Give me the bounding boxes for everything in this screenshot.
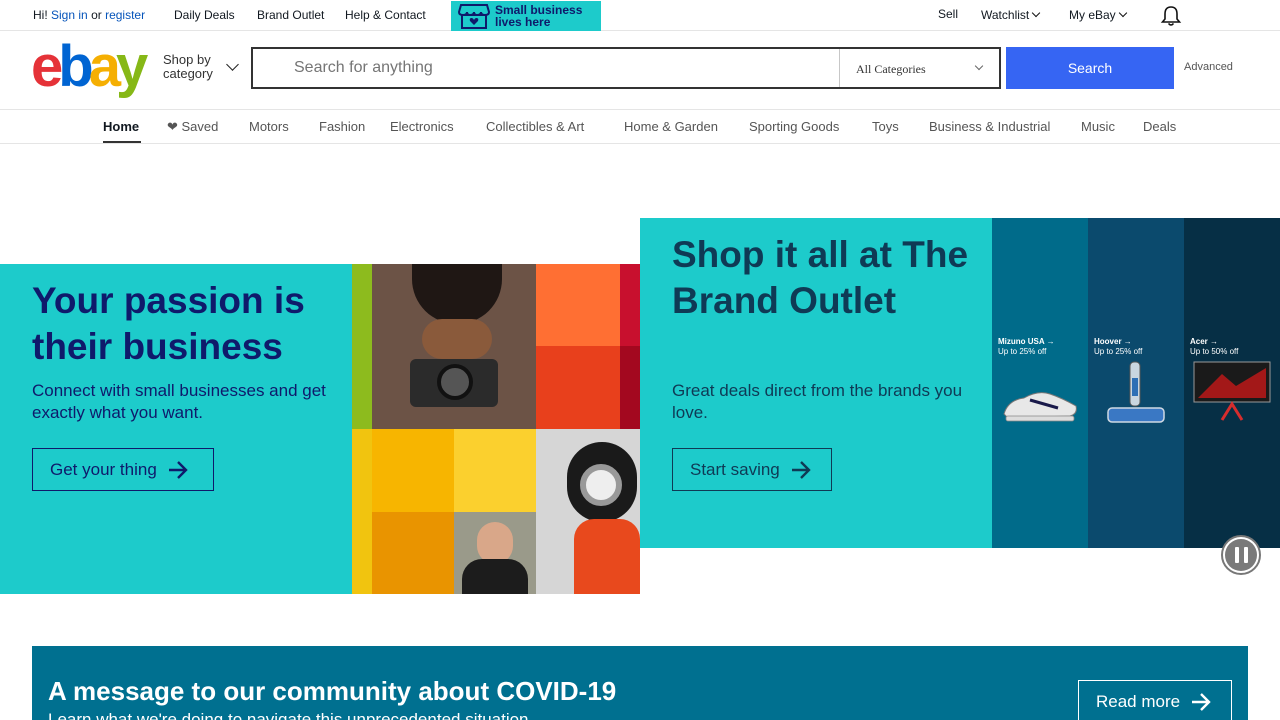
logo-letter-a: a bbox=[88, 34, 121, 99]
brand-tile-acer[interactable]: Acer → Up to 50% off bbox=[1184, 218, 1280, 548]
active-tab-indicator bbox=[103, 141, 141, 143]
top-utility-bar: Hi! Sign in or register Daily Deals Bran… bbox=[0, 0, 1280, 31]
chevron-down-icon bbox=[974, 61, 984, 71]
chevron-down-icon bbox=[1031, 8, 1041, 18]
tab-motors[interactable]: Motors bbox=[249, 119, 289, 134]
hero-left-subtitle: Connect with small businesses and get ex… bbox=[32, 381, 326, 422]
hero-right-title: Shop it all at The Brand Outlet bbox=[672, 234, 969, 321]
small-business-promo[interactable]: Small business lives here bbox=[451, 1, 601, 31]
arrow-right-icon bbox=[168, 460, 188, 479]
brand-name: Hoover → bbox=[1094, 337, 1132, 346]
watchlist-menu[interactable]: Watchlist bbox=[981, 8, 1041, 22]
covid-title: A message to our community about COVID-1… bbox=[48, 676, 617, 706]
brand-name: Mizuno USA → bbox=[998, 337, 1055, 346]
promo-text: Small business lives here bbox=[495, 4, 582, 28]
brand-outlet-link[interactable]: Brand Outlet bbox=[257, 8, 324, 22]
brand-tile-hoover[interactable]: Hoover → Up to 25% off bbox=[1088, 218, 1184, 548]
carousel-pause-button[interactable] bbox=[1221, 535, 1261, 575]
start-saving-button[interactable]: Start saving bbox=[672, 448, 832, 491]
bell-icon[interactable] bbox=[1160, 5, 1182, 27]
brand-offer: Up to 50% off bbox=[1190, 347, 1239, 356]
sign-in-link[interactable]: Sign in bbox=[51, 8, 88, 22]
logo-letter-y: y bbox=[115, 34, 148, 99]
tab-collectibles-art[interactable]: Collectibles & Art bbox=[486, 119, 584, 134]
or-text: or bbox=[91, 8, 102, 22]
hero-card-small-business: Your passion is their business Connect w… bbox=[0, 264, 640, 594]
register-link[interactable]: register bbox=[105, 8, 145, 22]
get-your-thing-button[interactable]: Get your thing bbox=[32, 448, 214, 491]
chevron-down-icon bbox=[226, 58, 239, 71]
small-business-photo-collage bbox=[352, 264, 640, 594]
help-contact-link[interactable]: Help & Contact bbox=[345, 8, 426, 22]
hero-card-brand-outlet: Shop it all at The Brand Outlet Great de… bbox=[640, 218, 1280, 548]
covid-subtitle: Learn what we're doing to navigate this … bbox=[48, 710, 534, 720]
advanced-search-link[interactable]: Advanced bbox=[1184, 61, 1233, 73]
tab-home[interactable]: Home bbox=[103, 119, 139, 134]
watchlist-label: Watchlist bbox=[981, 8, 1030, 22]
greeting: Hi! Sign in or register bbox=[33, 8, 145, 22]
logo-letter-e: e bbox=[31, 34, 63, 99]
brand-offer: Up to 25% off bbox=[1094, 347, 1143, 356]
tab-sporting-goods[interactable]: Sporting Goods bbox=[749, 119, 839, 134]
brand-offer: Up to 25% off bbox=[998, 347, 1047, 356]
cta-label: Get your thing bbox=[50, 459, 157, 479]
search-input[interactable] bbox=[253, 49, 839, 87]
logo-letter-b: b bbox=[58, 34, 94, 99]
tab-electronics[interactable]: Electronics bbox=[390, 119, 454, 134]
search-button[interactable]: Search bbox=[1006, 47, 1174, 89]
arrow-right-icon bbox=[1192, 693, 1211, 711]
monitor-image bbox=[1193, 361, 1271, 421]
tab-deals[interactable]: Deals bbox=[1143, 119, 1176, 134]
greeting-text: Hi! bbox=[33, 8, 48, 22]
category-selected-value: All Categories bbox=[856, 62, 926, 76]
hero-right-subtitle: Great deals direct from the brands you l… bbox=[672, 381, 963, 422]
shop-by-line-2: category bbox=[163, 66, 213, 81]
tab-toys[interactable]: Toys bbox=[872, 119, 899, 134]
tab-fashion[interactable]: Fashion bbox=[319, 119, 365, 134]
tab-music[interactable]: Music bbox=[1081, 119, 1115, 134]
my-ebay-menu[interactable]: My eBay bbox=[1069, 8, 1127, 22]
vacuum-image bbox=[1107, 361, 1165, 423]
chevron-down-icon bbox=[1118, 8, 1127, 18]
promo-line-2: lives here bbox=[495, 15, 551, 29]
ebay-logo[interactable]: ebay bbox=[31, 38, 148, 96]
read-more-label: Read more bbox=[1096, 692, 1181, 711]
hero-left-title: Your passion is their business bbox=[32, 280, 305, 367]
category-nav: Home ❤ Saved Motors Fashion Electronics … bbox=[0, 109, 1280, 144]
tab-home-garden[interactable]: Home & Garden bbox=[624, 119, 718, 134]
daily-deals-link[interactable]: Daily Deals bbox=[174, 8, 235, 22]
storefront-icon bbox=[458, 4, 490, 29]
shop-by-category-button[interactable]: Shop by category bbox=[163, 53, 213, 81]
brand-tile-mizuno[interactable]: Mizuno USA → Up to 25% off bbox=[992, 218, 1088, 548]
covid-message-banner: A message to our community about COVID-1… bbox=[32, 646, 1248, 720]
pause-icon bbox=[1225, 539, 1257, 571]
cta-label: Start saving bbox=[690, 459, 780, 479]
search-bar: All Categories bbox=[251, 47, 1001, 89]
sell-link[interactable]: Sell bbox=[938, 7, 958, 21]
arrow-right-icon bbox=[791, 460, 811, 479]
shop-by-line-1: Shop by bbox=[163, 52, 211, 67]
my-ebay-label: My eBay bbox=[1069, 8, 1116, 22]
category-select[interactable]: All Categories bbox=[839, 49, 999, 87]
running-shoe-image bbox=[1003, 392, 1077, 422]
read-more-button[interactable]: Read more bbox=[1078, 680, 1232, 720]
tab-business-industrial[interactable]: Business & Industrial bbox=[929, 119, 1050, 134]
brand-name: Acer → bbox=[1190, 337, 1219, 346]
tab-saved[interactable]: ❤ Saved bbox=[167, 119, 218, 135]
